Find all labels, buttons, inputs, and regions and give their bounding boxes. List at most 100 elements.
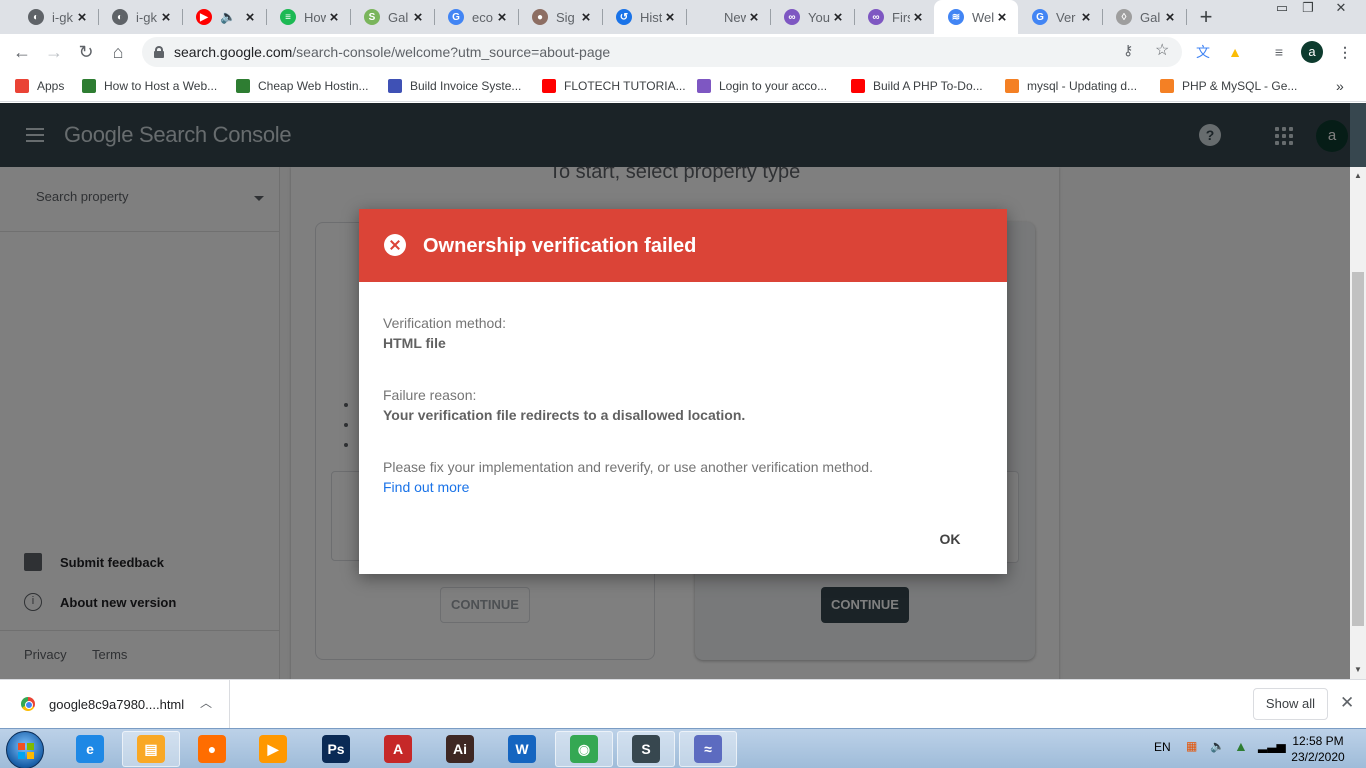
browser-tab[interactable]: G Ver × — [1018, 0, 1102, 34]
acrobat-icon: A — [384, 735, 412, 763]
find-out-more-link[interactable]: Find out more — [383, 479, 469, 495]
key-icon[interactable]: ⚷ — [1123, 42, 1133, 59]
browser-tab[interactable]: ↺ Hist × — [602, 0, 686, 34]
taskbar-acrobat[interactable]: A — [369, 731, 427, 767]
address-bar[interactable]: search.google.com/search-console/welcome… — [142, 37, 1182, 67]
tab-title: New Tab — [724, 9, 746, 25]
forward-icon[interactable]: → — [42, 40, 66, 64]
browser-tab[interactable]: ▶ 🔈 × — [182, 0, 266, 34]
tab-close-icon[interactable]: × — [662, 9, 678, 26]
clock-date: 23/2/2020 — [1291, 750, 1345, 764]
home-icon[interactable]: ⌂ — [106, 40, 130, 64]
method-value: HTML file — [383, 335, 446, 351]
taskbar-chrome[interactable]: ◉ — [555, 731, 613, 767]
reason-label: Failure reason: — [383, 387, 477, 403]
tray-app-icon[interactable]: ▦ — [1186, 739, 1197, 753]
tab-close-icon[interactable]: × — [1162, 9, 1178, 26]
tab-favicon-icon: S — [364, 9, 380, 25]
taskbar-mysql-workbench[interactable]: ≈ — [679, 731, 737, 767]
clock[interactable]: 12:58 PM 23/2/2020 — [1285, 733, 1351, 765]
bookmark-item[interactable]: How to Host a Web... — [82, 77, 217, 95]
tab-close-icon[interactable]: × — [910, 9, 926, 26]
taskbar-illustrator[interactable]: Ai — [431, 731, 489, 767]
bookmark-label: Login to your acco... — [719, 79, 828, 93]
taskbar-word[interactable]: W — [493, 731, 551, 767]
tab-close-icon[interactable]: × — [830, 9, 846, 26]
tab-close-icon[interactable]: × — [158, 9, 174, 26]
tab-close-icon[interactable]: × — [1078, 9, 1094, 26]
apps-shortcut[interactable]: Apps — [15, 77, 64, 95]
minimize-icon[interactable]: ▭ — [1270, 0, 1294, 18]
taskbar-sublime-text[interactable]: S — [617, 731, 675, 767]
close-icon[interactable]: ✕ — [1340, 693, 1354, 713]
profile-avatar[interactable]: a — [1301, 41, 1323, 63]
start-button[interactable] — [6, 731, 44, 768]
bookmark-item[interactable]: Cheap Web Hostin... — [236, 77, 369, 95]
tab-title: i-gk — [52, 9, 73, 25]
browser-tab[interactable]: ∞ First× — [854, 0, 934, 34]
browser-tab[interactable]: ≡ How × — [266, 0, 350, 34]
show-all-button[interactable]: Show all — [1253, 688, 1328, 720]
bookmark-favicon-icon — [388, 79, 402, 93]
scrollbar-thumb[interactable] — [1352, 272, 1364, 626]
bookmark-label: Cheap Web Hostin... — [258, 79, 369, 93]
star-icon[interactable]: ☆ — [1155, 40, 1169, 60]
browser-tab[interactable]: ◐ i-gk × — [14, 0, 98, 34]
drive-icon[interactable]: ▲ — [1224, 41, 1246, 63]
taskbar-internet-explorer[interactable]: e — [61, 731, 119, 767]
bookmark-item[interactable]: Build A PHP To-Do... — [851, 77, 983, 95]
taskbar-firefox[interactable]: ● — [183, 731, 241, 767]
media-control-icon[interactable]: ≡ — [1268, 41, 1290, 63]
language-indicator[interactable]: EN — [1154, 740, 1171, 754]
browser-tab[interactable]: ∞ You × — [770, 0, 854, 34]
bookmark-favicon-icon — [697, 79, 711, 93]
browser-tab[interactable]: S Gal × — [350, 0, 434, 34]
back-icon[interactable]: ← — [10, 40, 34, 64]
network-icon[interactable]: ▂▃▅ — [1258, 739, 1286, 753]
volume-icon[interactable]: 🔈 — [1210, 739, 1225, 753]
bookmark-item[interactable]: FLOTECH TUTORIA... — [542, 77, 686, 95]
scroll-down-icon[interactable]: ▼ — [1351, 665, 1365, 674]
browser-tab[interactable]: ◐ i-gk × — [98, 0, 182, 34]
new-tab-button[interactable]: + — [1196, 6, 1216, 28]
scroll-up-icon[interactable]: ▲ — [1351, 171, 1365, 180]
tab-close-icon[interactable]: × — [994, 9, 1010, 26]
translate-icon[interactable]: 文 — [1192, 41, 1214, 63]
tab-close-icon[interactable]: × — [746, 9, 762, 26]
bookmarks-overflow-icon[interactable]: » — [1336, 77, 1344, 95]
tab-close-icon[interactable]: × — [242, 9, 258, 26]
browser-tab[interactable]: ◊ Gal × — [1102, 0, 1186, 34]
maximize-icon[interactable]: ❐ — [1296, 0, 1320, 18]
menu-kebab-icon[interactable]: ⋮ — [1334, 41, 1356, 63]
taskbar-photoshop[interactable]: Ps — [307, 731, 365, 767]
reload-icon[interactable]: ↻ — [74, 40, 98, 64]
tab-close-icon[interactable]: × — [410, 9, 426, 26]
bookmark-item[interactable]: mysql - Updating d... — [1005, 77, 1137, 95]
chevron-up-icon[interactable]: ︿ — [200, 694, 212, 711]
browser-tab[interactable]: ≋ Wel × — [934, 0, 1018, 34]
taskbar-file-explorer[interactable]: ▤ — [122, 731, 180, 767]
taskbar-media-player[interactable]: ▶ — [244, 731, 302, 767]
tab-close-icon[interactable]: × — [494, 9, 510, 26]
ok-button[interactable]: OK — [930, 524, 970, 554]
downloads-bar: google8c9a7980....html ︿ Show all ✕ — [0, 679, 1366, 728]
close-window-icon[interactable]: ✕ — [1328, 0, 1354, 18]
drive-sync-icon[interactable]: ▲ — [1234, 738, 1248, 754]
bookmark-item[interactable]: Build Invoice Syste... — [388, 77, 521, 95]
windows-logo-icon — [18, 743, 34, 759]
bookmark-item[interactable]: PHP & MySQL - Ge... — [1160, 77, 1297, 95]
browser-tab[interactable]: Geco × — [434, 0, 518, 34]
tab-favicon-icon: ∞ — [868, 9, 884, 25]
tab-close-icon[interactable]: × — [74, 9, 90, 26]
tab-title: Gal — [388, 9, 409, 25]
bookmark-favicon-icon — [1160, 79, 1174, 93]
bookmark-item[interactable]: Login to your acco... — [697, 77, 827, 95]
tab-title: eco — [472, 9, 493, 25]
tab-close-icon[interactable]: × — [326, 9, 342, 26]
browser-tab[interactable]: ● Sig × — [518, 0, 602, 34]
browser-tab[interactable]: New Tab× — [686, 0, 770, 34]
tab-title: Gal — [1140, 9, 1161, 25]
bookmark-label: Apps — [37, 79, 65, 93]
download-item[interactable]: google8c9a7980....html ︿ — [0, 680, 230, 728]
tab-close-icon[interactable]: × — [578, 9, 594, 26]
